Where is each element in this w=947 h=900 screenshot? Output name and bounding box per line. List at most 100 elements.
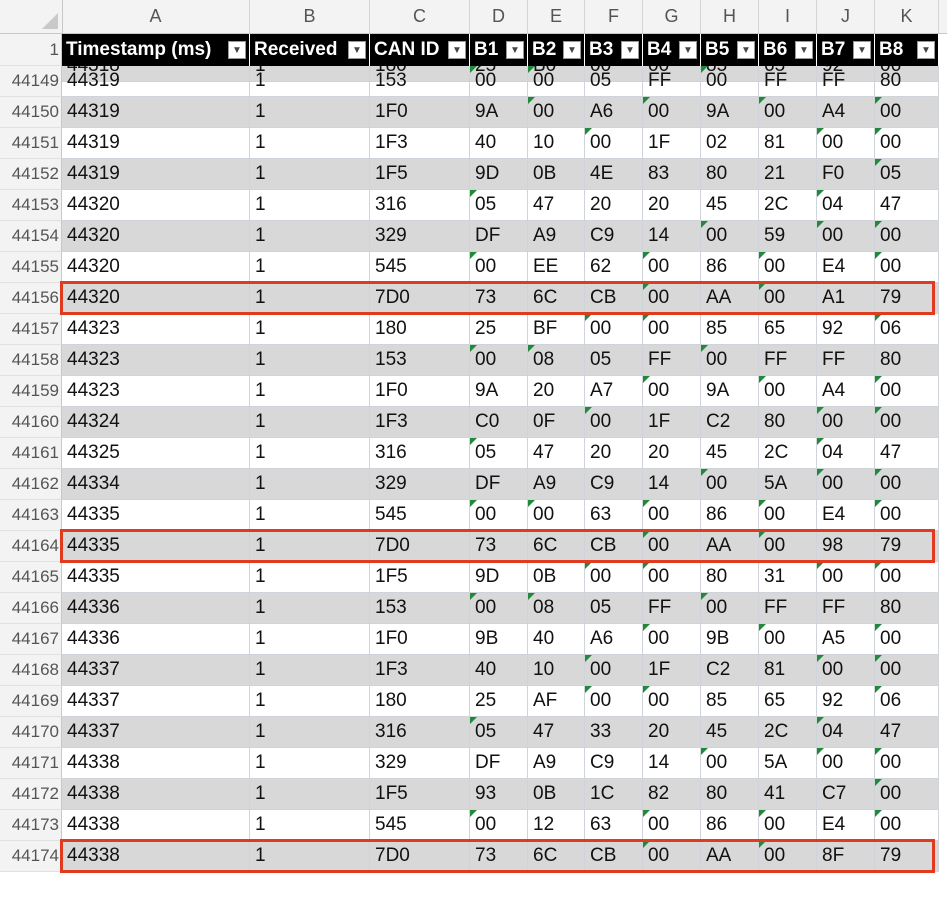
cell[interactable]: 00 xyxy=(701,593,759,624)
cell[interactable]: 316 xyxy=(370,438,470,469)
cell[interactable]: 44338 xyxy=(62,841,250,872)
row-number[interactable]: 44153 xyxy=(0,190,62,221)
row-number[interactable]: 44160 xyxy=(0,407,62,438)
select-all-corner[interactable] xyxy=(0,0,63,33)
cell[interactable]: FF xyxy=(759,66,817,97)
cell[interactable]: 47 xyxy=(528,190,585,221)
filter-dropdown-icon[interactable]: ▼ xyxy=(563,41,581,59)
cell[interactable]: 00 xyxy=(759,841,817,872)
cell[interactable]: 63 xyxy=(585,500,643,531)
cell[interactable]: 44325 xyxy=(62,438,250,469)
filter-dropdown-icon[interactable]: ▼ xyxy=(917,41,935,59)
cell[interactable]: DF xyxy=(470,221,528,252)
cell[interactable]: 04 xyxy=(817,717,875,748)
cell[interactable]: FF xyxy=(643,345,701,376)
cell[interactable]: A5 xyxy=(817,624,875,655)
cell[interactable]: C9 xyxy=(585,748,643,779)
cell[interactable]: 45 xyxy=(701,717,759,748)
cell[interactable]: 1 xyxy=(250,159,370,190)
cell[interactable]: 45 xyxy=(701,190,759,221)
cell[interactable]: A6 xyxy=(585,624,643,655)
cell[interactable]: 00 xyxy=(759,252,817,283)
cell[interactable]: 73 xyxy=(470,841,528,872)
cell[interactable]: 1 xyxy=(250,221,370,252)
cell[interactable]: 00 xyxy=(470,810,528,841)
cell[interactable]: 00 xyxy=(585,686,643,717)
cell[interactable]: 1 xyxy=(250,407,370,438)
cell[interactable]: 00 xyxy=(470,252,528,283)
cell[interactable]: 00 xyxy=(817,221,875,252)
cell[interactable]: 73 xyxy=(470,283,528,314)
row-number[interactable]: 44161 xyxy=(0,438,62,469)
cell[interactable]: 21 xyxy=(759,159,817,190)
cell[interactable]: CB xyxy=(585,531,643,562)
cell[interactable]: 92 xyxy=(817,686,875,717)
cell[interactable]: 0B xyxy=(528,159,585,190)
cell[interactable]: C9 xyxy=(585,469,643,500)
cell[interactable]: 86 xyxy=(701,810,759,841)
cell[interactable]: 47 xyxy=(875,717,939,748)
cell[interactable]: 7D0 xyxy=(370,531,470,562)
cell[interactable]: 06 xyxy=(875,686,939,717)
cell[interactable]: 9D xyxy=(470,159,528,190)
cell[interactable]: 00 xyxy=(817,748,875,779)
cell[interactable]: 1F xyxy=(643,655,701,686)
cell[interactable]: A4 xyxy=(817,97,875,128)
cell[interactable]: 00 xyxy=(701,66,759,97)
cell[interactable]: AA xyxy=(701,283,759,314)
cell[interactable]: 153 xyxy=(370,66,470,97)
cell[interactable]: 1F0 xyxy=(370,624,470,655)
cell[interactable]: 00 xyxy=(759,531,817,562)
filter-dropdown-icon[interactable]: ▼ xyxy=(853,41,871,59)
column-letter-h[interactable]: H xyxy=(701,0,759,33)
cell[interactable]: 1 xyxy=(250,624,370,655)
cell[interactable]: 00 xyxy=(470,500,528,531)
cell[interactable]: 1 xyxy=(250,345,370,376)
cell[interactable]: 80 xyxy=(701,779,759,810)
cell[interactable]: 00 xyxy=(701,748,759,779)
cell[interactable]: 45 xyxy=(701,438,759,469)
cell[interactable]: 8F xyxy=(817,841,875,872)
cell[interactable]: 05 xyxy=(470,438,528,469)
cell[interactable]: 05 xyxy=(470,190,528,221)
cell[interactable]: 40 xyxy=(470,655,528,686)
cell[interactable]: 545 xyxy=(370,810,470,841)
cell[interactable]: FF xyxy=(759,345,817,376)
cell[interactable]: 04 xyxy=(817,438,875,469)
cell[interactable]: FF xyxy=(643,593,701,624)
cell[interactable]: 1 xyxy=(250,97,370,128)
cell[interactable]: 44338 xyxy=(62,748,250,779)
cell[interactable]: 2C xyxy=(759,438,817,469)
cell[interactable]: 153 xyxy=(370,593,470,624)
cell[interactable]: 92 xyxy=(817,314,875,345)
cell[interactable]: 00 xyxy=(643,252,701,283)
row-number[interactable]: 44173 xyxy=(0,810,62,841)
cell[interactable]: FF xyxy=(817,345,875,376)
cell[interactable]: 00 xyxy=(817,128,875,159)
cell[interactable]: 00 xyxy=(875,655,939,686)
cell[interactable]: 00 xyxy=(759,624,817,655)
cell[interactable]: 98 xyxy=(817,531,875,562)
cell[interactable]: 00 xyxy=(759,500,817,531)
cell[interactable]: 1 xyxy=(250,128,370,159)
cell[interactable]: 00 xyxy=(470,593,528,624)
cell[interactable]: 44335 xyxy=(62,500,250,531)
cell[interactable]: 44338 xyxy=(62,779,250,810)
cell[interactable]: 2C xyxy=(759,190,817,221)
spreadsheet[interactable]: ABCDEFGHIJK 1 Timestamp (ms) ▼ Received ▼ CA… xyxy=(0,0,947,900)
row-number[interactable]: 44149 xyxy=(0,66,62,97)
cell[interactable]: 00 xyxy=(643,376,701,407)
row-number[interactable]: 44172 xyxy=(0,779,62,810)
cell[interactable]: 00 xyxy=(585,314,643,345)
cell[interactable]: 85 xyxy=(701,314,759,345)
cell[interactable]: 545 xyxy=(370,500,470,531)
cell[interactable]: 7D0 xyxy=(370,841,470,872)
cell[interactable]: 00 xyxy=(470,66,528,97)
cell[interactable]: 1 xyxy=(250,531,370,562)
cell[interactable]: 180 xyxy=(370,686,470,717)
cell[interactable]: 00 xyxy=(817,655,875,686)
cell[interactable]: 1F5 xyxy=(370,159,470,190)
cell[interactable]: 85 xyxy=(701,686,759,717)
cell[interactable]: 4E xyxy=(585,159,643,190)
cell[interactable]: 1 xyxy=(250,66,370,97)
